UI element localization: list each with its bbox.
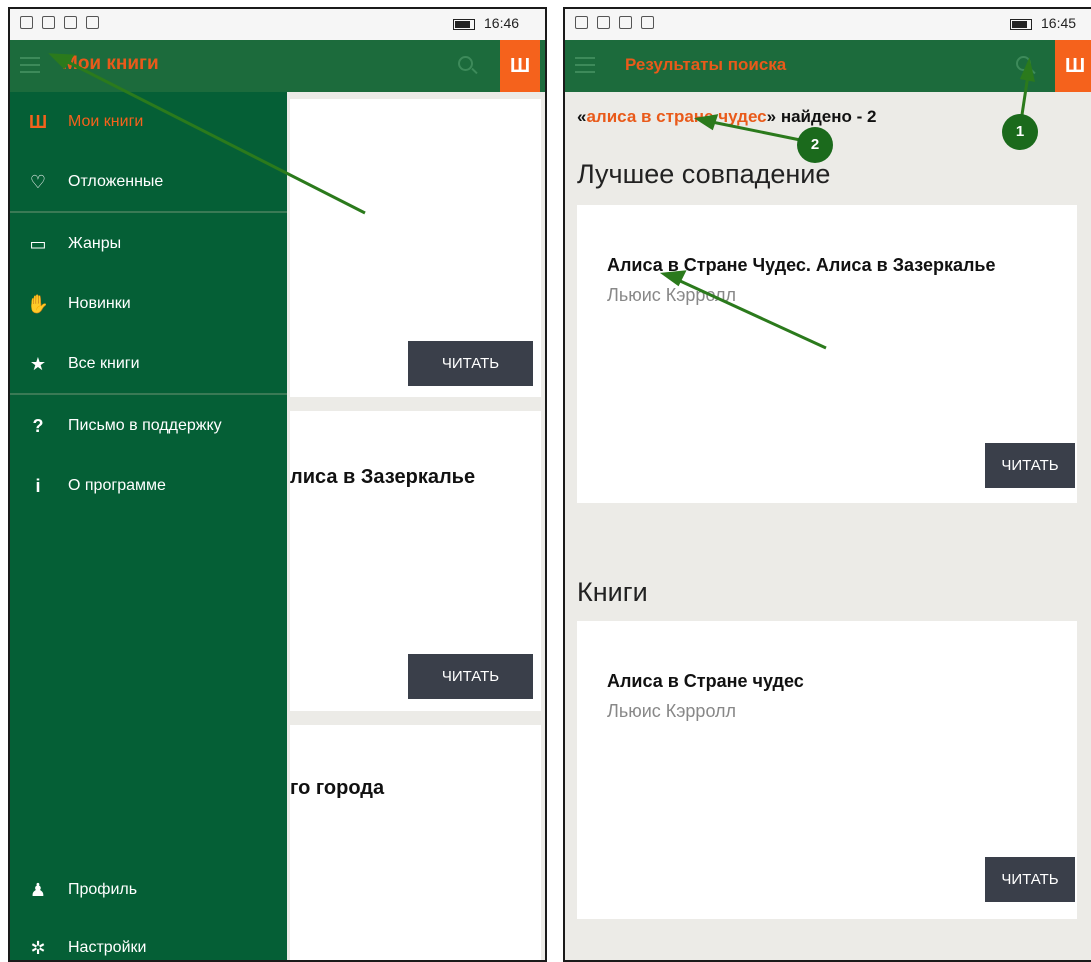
annotation-badge-2: 2 bbox=[797, 127, 833, 163]
arrow-head bbox=[1019, 57, 1035, 82]
arrow-head bbox=[48, 53, 75, 70]
annotation-arrows bbox=[48, 53, 1035, 350]
arrow-to-best-title bbox=[677, 278, 827, 350]
arrow-head bbox=[693, 114, 719, 131]
arrow-to-menu bbox=[63, 58, 366, 215]
annotation-badge-1: 1 bbox=[1002, 114, 1038, 150]
